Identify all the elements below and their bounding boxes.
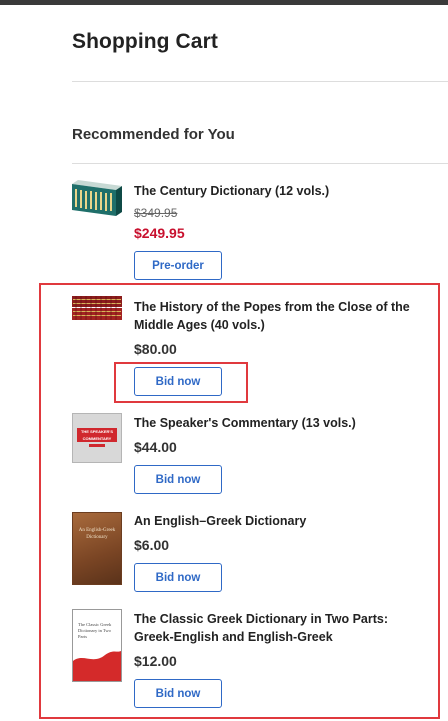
pre-order-button[interactable]: Pre-order <box>134 251 222 280</box>
highlight-box <box>114 362 248 403</box>
recommended-heading: Recommended for You <box>72 126 235 143</box>
sale-price: $249.95 <box>134 225 185 241</box>
divider <box>72 163 448 164</box>
page-title: Shopping Cart <box>72 30 218 53</box>
product-thumbnail[interactable] <box>72 180 122 216</box>
book-set-teal-image <box>72 180 122 216</box>
product-title[interactable]: The Century Dictionary (12 vols.) <box>134 182 424 200</box>
highlight-box <box>39 283 440 719</box>
original-price: $349.95 <box>134 206 178 220</box>
top-bar <box>0 0 448 5</box>
divider <box>72 81 448 82</box>
